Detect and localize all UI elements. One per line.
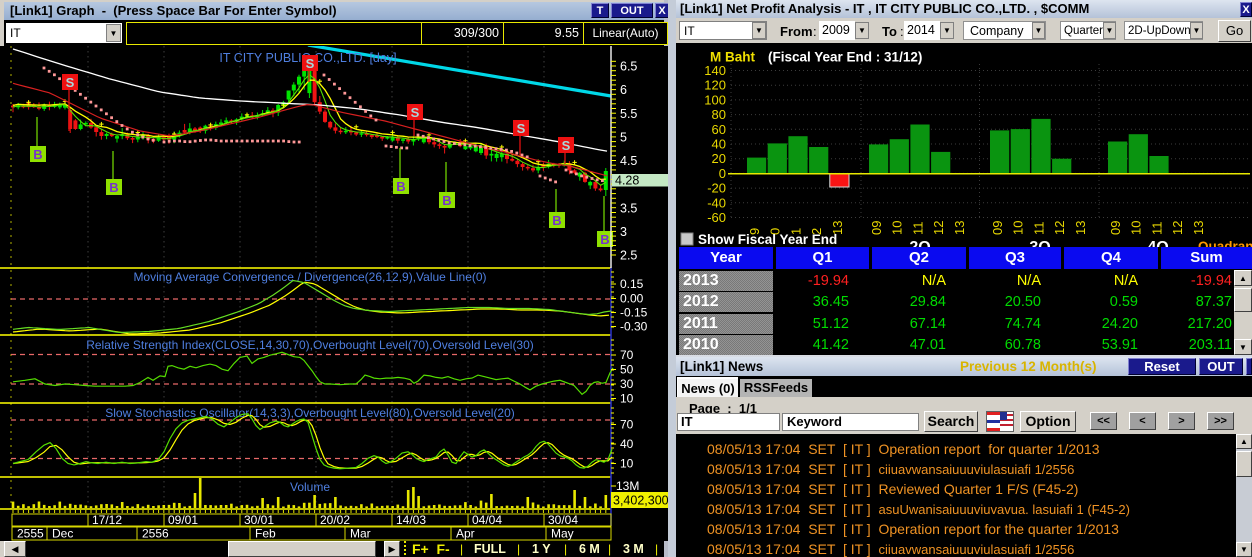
- svg-text:80: 80: [712, 107, 726, 122]
- svg-text:10: 10: [1011, 221, 1026, 235]
- svg-text:S: S: [66, 75, 75, 90]
- svg-text:3.5: 3.5: [620, 201, 637, 215]
- svg-text:May: May: [551, 527, 574, 541]
- svg-text:B: B: [109, 180, 118, 195]
- svg-text:70: 70: [620, 348, 634, 362]
- svg-text:04/04: 04/04: [472, 513, 502, 527]
- svg-text:140: 140: [704, 63, 726, 78]
- svg-text:40: 40: [712, 137, 726, 152]
- svg-text:10: 10: [1129, 221, 1144, 235]
- svg-text:4Q: 4Q: [1147, 239, 1168, 247]
- svg-text:-60: -60: [707, 210, 726, 225]
- svg-text:13M: 13M: [616, 479, 639, 493]
- svg-text:Moving Average Convergence / D: Moving Average Convergence / Divergence(…: [133, 270, 486, 284]
- svg-text:Relative Strength Index(CLOSE,: Relative Strength Index(CLOSE,14,30,70),…: [86, 338, 534, 352]
- svg-text:12: 12: [1052, 221, 1067, 235]
- svg-text:Show Fiscal Year End: Show Fiscal Year End: [698, 232, 837, 247]
- svg-text:Apr: Apr: [456, 527, 475, 541]
- svg-text:10: 10: [620, 457, 634, 471]
- svg-text:11: 11: [1031, 222, 1046, 236]
- svg-text:30: 30: [620, 377, 634, 391]
- svg-text:-0.30: -0.30: [620, 320, 648, 334]
- svg-text:10: 10: [890, 221, 905, 235]
- svg-text:3Q: 3Q: [1029, 239, 1050, 247]
- svg-text:S: S: [562, 138, 571, 153]
- svg-text:09: 09: [990, 221, 1005, 235]
- svg-text:-40: -40: [707, 195, 726, 210]
- svg-text:2Q: 2Q: [909, 239, 930, 247]
- svg-text:B: B: [600, 232, 609, 247]
- svg-text:B: B: [396, 179, 405, 194]
- svg-text:13: 13: [952, 221, 967, 235]
- svg-text:2555: 2555: [17, 527, 44, 541]
- svg-text:50: 50: [620, 363, 634, 377]
- svg-text:S: S: [306, 56, 315, 71]
- svg-text:70: 70: [620, 418, 634, 432]
- svg-text:12: 12: [1170, 221, 1185, 235]
- svg-text:40: 40: [620, 437, 634, 451]
- svg-text:3,402,300: 3,402,300: [613, 494, 668, 508]
- svg-text:5.5: 5.5: [620, 107, 637, 121]
- svg-text:B: B: [442, 193, 451, 208]
- svg-text:6: 6: [620, 83, 627, 97]
- svg-text:30/01: 30/01: [244, 513, 274, 527]
- svg-text:09: 09: [1108, 221, 1123, 235]
- svg-text:14/03: 14/03: [396, 513, 426, 527]
- svg-text:Slow Stochastics Oscillator(14: Slow Stochastics Oscillator(14,3,3),Over…: [105, 406, 515, 420]
- svg-text:Volume: Volume: [290, 480, 330, 494]
- svg-text:6.5: 6.5: [620, 60, 637, 74]
- svg-text:5: 5: [620, 131, 627, 145]
- svg-text:B: B: [33, 147, 42, 162]
- svg-text:4.28: 4.28: [615, 174, 639, 188]
- svg-text:3: 3: [620, 225, 627, 239]
- svg-text:2.5: 2.5: [620, 249, 637, 263]
- svg-text:100: 100: [704, 92, 726, 107]
- svg-text:17/12: 17/12: [92, 513, 122, 527]
- svg-text:09/01: 09/01: [168, 513, 198, 527]
- svg-text:30/04: 30/04: [548, 513, 578, 527]
- svg-text:Feb: Feb: [255, 527, 276, 541]
- svg-text:-0.15: -0.15: [620, 306, 648, 320]
- svg-text:S: S: [411, 105, 420, 120]
- svg-text:10: 10: [620, 392, 634, 406]
- svg-text:0.15: 0.15: [620, 277, 644, 291]
- svg-text:B: B: [552, 213, 561, 228]
- svg-text:11: 11: [1149, 222, 1164, 236]
- svg-text:12: 12: [931, 221, 946, 235]
- svg-text:Quadrant: Quadrant: [1198, 239, 1252, 247]
- svg-text:S: S: [517, 121, 526, 136]
- svg-text:120: 120: [704, 78, 726, 93]
- svg-text:0.00: 0.00: [620, 292, 644, 306]
- svg-text:(Fiscal Year End : 31/12): (Fiscal Year End : 31/12): [768, 50, 922, 65]
- svg-text:60: 60: [712, 122, 726, 137]
- svg-text:4.5: 4.5: [620, 154, 637, 168]
- svg-text:20/02: 20/02: [320, 513, 350, 527]
- svg-text:20: 20: [712, 151, 726, 166]
- svg-text:Mar: Mar: [350, 527, 371, 541]
- svg-text:13: 13: [1073, 221, 1088, 235]
- svg-text:11: 11: [910, 222, 925, 236]
- svg-text:2556: 2556: [142, 527, 169, 541]
- svg-text:13: 13: [1191, 221, 1206, 235]
- svg-text:09: 09: [869, 221, 884, 235]
- svg-text:Dec: Dec: [52, 527, 73, 541]
- svg-text:-20: -20: [707, 181, 726, 196]
- svg-text:0: 0: [719, 166, 726, 181]
